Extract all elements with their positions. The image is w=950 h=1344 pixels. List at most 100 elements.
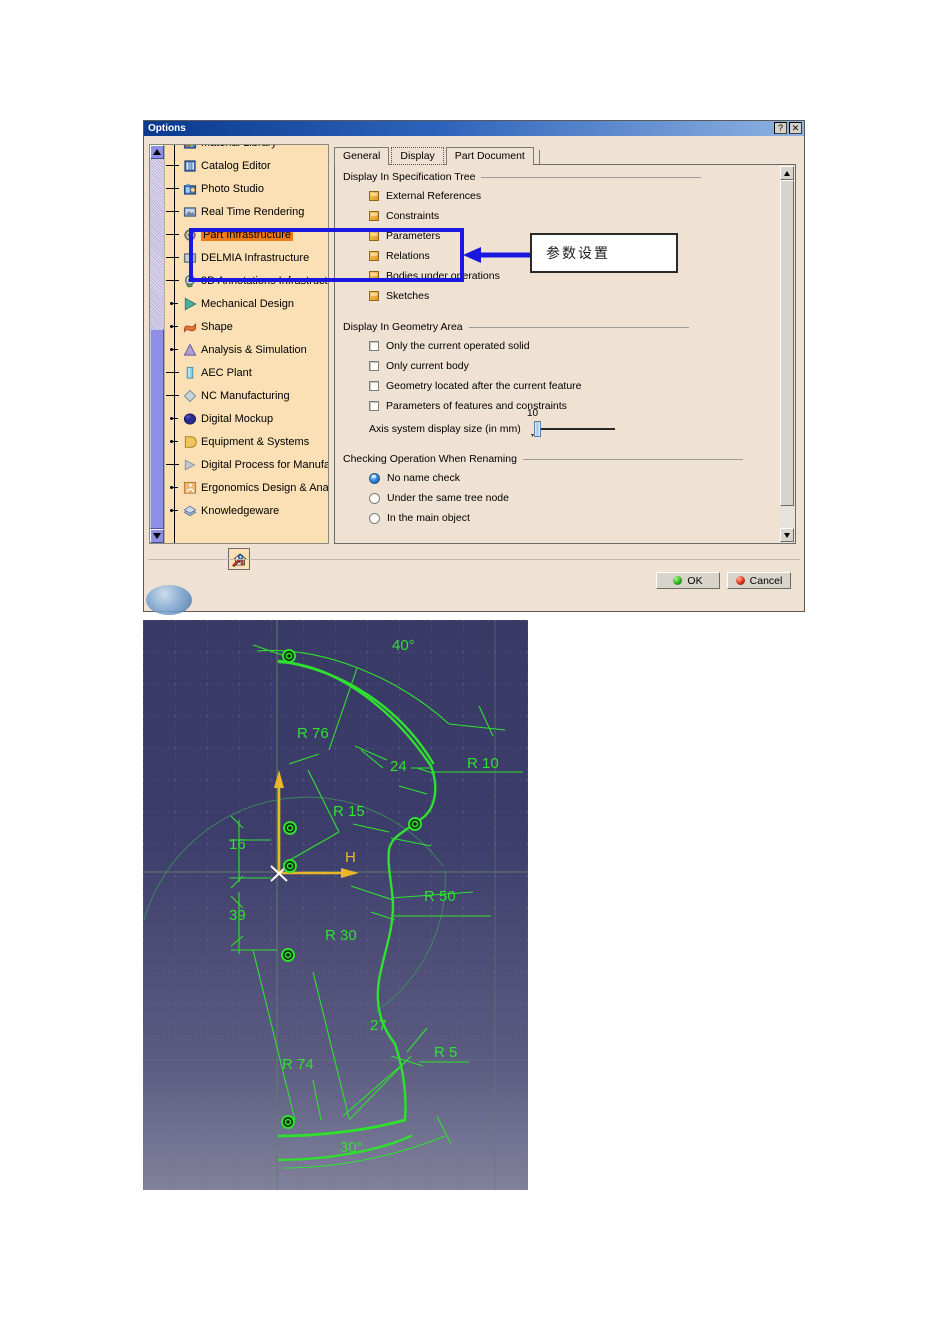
tree-item-knowledgeware[interactable]: Knowledgeware bbox=[166, 499, 328, 522]
checkbox-only-current-body[interactable]: Only current body bbox=[369, 356, 773, 376]
tree-item-shape[interactable]: Shape bbox=[166, 315, 328, 338]
dialog-title: Options bbox=[148, 123, 186, 134]
axis-size-slider-thumb[interactable] bbox=[534, 421, 541, 437]
option-label: Only current body bbox=[386, 360, 469, 372]
cancel-button-label: Cancel bbox=[749, 574, 783, 587]
checkbox-checked-icon[interactable] bbox=[369, 271, 379, 281]
ok-button-label: OK bbox=[687, 574, 703, 587]
tree-item-real-time-rendering[interactable]: Real Time Rendering bbox=[166, 200, 328, 223]
dialog-titlebar[interactable]: Options ? ✕ bbox=[144, 121, 804, 136]
checkbox-only-current-operated-solid[interactable]: Only the current operated solid bbox=[369, 336, 773, 356]
tree-item-label: Real Time Rendering bbox=[201, 205, 305, 218]
expand-plus-icon[interactable] bbox=[170, 506, 179, 515]
expand-plus-icon[interactable] bbox=[170, 483, 179, 492]
titlebar-buttons: ? ✕ bbox=[774, 122, 802, 134]
group-geometry-area: Display In Geometry Area Only the curren… bbox=[343, 321, 773, 440]
axis-size-label: Axis system display size (in mm) bbox=[369, 423, 521, 435]
tree-scroll-down-button[interactable] bbox=[150, 529, 164, 543]
tree-item-digital-process-for-manufacturing[interactable]: Digital Process for Manufacturing bbox=[166, 453, 328, 476]
radio-unselected-icon[interactable] bbox=[369, 512, 380, 524]
radio-under-the-same-tree-node[interactable]: Under the same tree node bbox=[369, 488, 773, 508]
digital-mockup-icon bbox=[183, 412, 197, 425]
expand-plus-icon[interactable] bbox=[170, 414, 179, 423]
tree-item-label: Shape bbox=[201, 320, 233, 333]
tree-item-digital-mockup[interactable]: Digital Mockup bbox=[166, 407, 328, 430]
tree-item-ergonomics-design-analysis[interactable]: Ergonomics Design & Analysis bbox=[166, 476, 328, 499]
checkbox-unchecked-icon[interactable] bbox=[369, 341, 379, 351]
radio-in-the-main-object[interactable]: In the main object bbox=[369, 508, 773, 528]
checkbox-constraints[interactable]: Constraints bbox=[369, 206, 773, 226]
checkbox-unchecked-icon[interactable] bbox=[369, 381, 379, 391]
help-button[interactable]: ? bbox=[774, 122, 787, 134]
ok-orb-icon bbox=[673, 576, 683, 585]
tab-display[interactable]: Display bbox=[391, 147, 444, 165]
triangle-down-icon bbox=[153, 533, 161, 539]
tab-general[interactable]: General bbox=[334, 147, 390, 165]
checkbox-checked-icon[interactable] bbox=[369, 291, 379, 301]
radio-unselected-icon[interactable] bbox=[369, 492, 380, 504]
tree-branch-line bbox=[166, 464, 179, 465]
tree-item-nc-manufacturing[interactable]: NC Manufacturing bbox=[166, 384, 328, 407]
checkbox-external-references[interactable]: External References bbox=[369, 186, 773, 206]
ok-button[interactable]: OK bbox=[656, 572, 720, 589]
checkbox-checked-icon[interactable] bbox=[369, 211, 379, 221]
tree-scroll-thumb[interactable] bbox=[150, 329, 164, 529]
checkbox-geometry-after-current-feature[interactable]: Geometry located after the current featu… bbox=[369, 376, 773, 396]
axis-size-slider-track[interactable] bbox=[537, 428, 615, 430]
svg-text:3D: 3D bbox=[187, 283, 194, 288]
content-scroll-down-button[interactable] bbox=[780, 528, 794, 542]
photo-studio-icon bbox=[183, 183, 197, 195]
group-renaming-title: Checking Operation When Renaming bbox=[343, 453, 773, 465]
equipment-systems-icon bbox=[184, 435, 197, 448]
axis-size-slider-row[interactable]: Axis system display size (in mm) 10 ▾ bbox=[369, 408, 773, 440]
option-label: External References bbox=[386, 190, 482, 202]
tree-item-photo-studio[interactable]: Photo Studio bbox=[166, 177, 328, 200]
checkbox-unchecked-icon[interactable] bbox=[369, 361, 379, 371]
checkbox-sketches[interactable]: Sketches bbox=[369, 286, 773, 306]
axis-size-value: 10 bbox=[527, 408, 539, 419]
expand-plus-icon[interactable] bbox=[170, 437, 179, 446]
expand-plus-icon[interactable] bbox=[170, 299, 179, 308]
cad-label-radius-30: R 30 bbox=[325, 927, 357, 944]
tree-item-label: Ergonomics Design & Analysis bbox=[201, 481, 328, 494]
expand-plus-icon[interactable] bbox=[170, 322, 179, 331]
radio-selected-icon[interactable] bbox=[369, 472, 380, 484]
tree-item-part-infrastructure[interactable]: Part Infrastructure bbox=[166, 223, 328, 246]
tree-item-equipment-systems[interactable]: Equipment & Systems bbox=[166, 430, 328, 453]
checkbox-checked-icon[interactable] bbox=[369, 191, 379, 201]
expand-plus-icon[interactable] bbox=[170, 345, 179, 354]
tree-item-list: Material Library Catalog Editor Photo Stud… bbox=[166, 145, 328, 522]
tree-scrollbar[interactable] bbox=[150, 145, 165, 543]
close-button[interactable]: ✕ bbox=[789, 122, 802, 134]
tree-branch-line bbox=[166, 234, 179, 235]
tree-scroll-up-button[interactable] bbox=[150, 145, 164, 159]
content-scroll-up-button[interactable] bbox=[780, 166, 794, 180]
tab-part-document[interactable]: Part Document bbox=[445, 147, 534, 165]
checkbox-unchecked-icon[interactable] bbox=[369, 401, 379, 411]
options-tree-panel[interactable]: Material Library Catalog Editor Photo Stud… bbox=[149, 144, 329, 544]
radio-no-name-check[interactable]: No name check bbox=[369, 468, 773, 488]
content-scroll-track[interactable] bbox=[780, 180, 794, 528]
tree-scroll-track[interactable] bbox=[150, 159, 164, 529]
cancel-button[interactable]: Cancel bbox=[727, 572, 791, 589]
checkbox-checked-icon[interactable] bbox=[369, 231, 379, 241]
tree-item-3d-annotations-infrastructure[interactable]: 3D 3D Annotations Infrastructure bbox=[166, 269, 328, 292]
tree-item-analysis-simulation[interactable]: Analysis & Simulation bbox=[166, 338, 328, 361]
checkbox-checked-icon[interactable] bbox=[369, 251, 379, 261]
catalog-editor-icon bbox=[184, 159, 196, 172]
tree-item-label: NC Manufacturing bbox=[201, 389, 290, 402]
cad-label-radius-50: R 50 bbox=[424, 888, 456, 905]
cad-label-radius-76: R 76 bbox=[297, 725, 329, 742]
dialog-body: Material Library Catalog Editor Photo Stud… bbox=[144, 136, 804, 615]
tree-item-aec-plant[interactable]: AEC Plant bbox=[166, 361, 328, 384]
tree-item-mechanical-design[interactable]: Mechanical Design bbox=[166, 292, 328, 315]
content-scroll-thumb[interactable] bbox=[780, 180, 794, 506]
tree-item-delmia-infrastructure[interactable]: DELMIA Infrastructure bbox=[166, 246, 328, 269]
tree-branch-line bbox=[166, 257, 179, 258]
checkbox-parameters-of-features-and-constraints[interactable]: Parameters of features and constraints bbox=[369, 396, 773, 416]
tree-item-catalog-editor[interactable]: Catalog Editor bbox=[166, 154, 328, 177]
content-scrollbar[interactable] bbox=[780, 166, 794, 542]
tree-branch-line bbox=[166, 211, 179, 212]
option-label: Only the current operated solid bbox=[386, 340, 530, 352]
tree-item-material-library[interactable]: Material Library bbox=[166, 145, 328, 154]
